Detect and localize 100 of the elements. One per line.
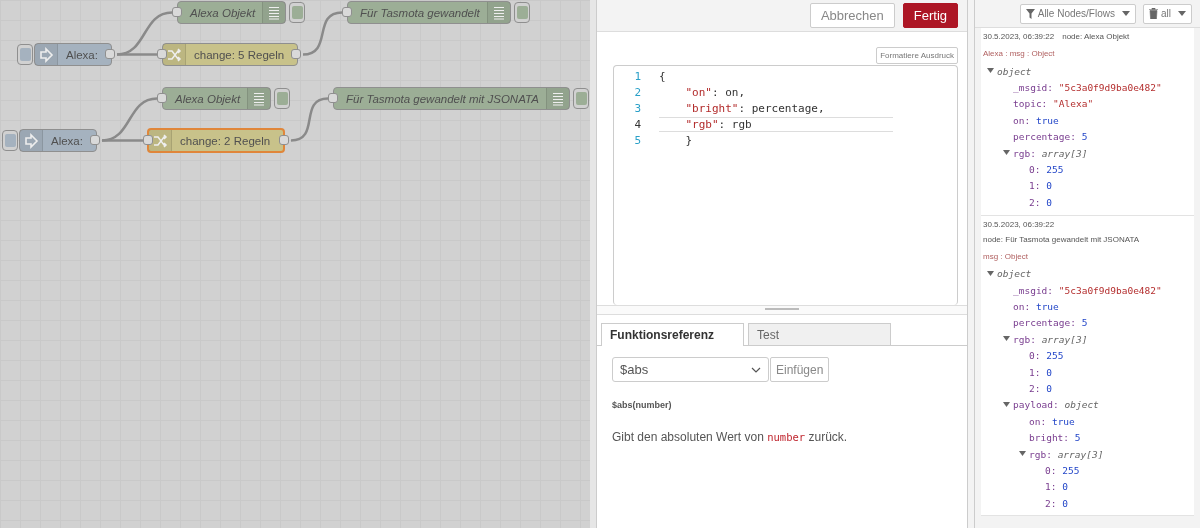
input-port[interactable] [157, 49, 167, 59]
node-label: Für Tasmota gewandelt [359, 6, 480, 19]
property-line: percentage: 5 [1013, 317, 1088, 329]
code-line: } [684, 133, 694, 147]
line-number: 5 [633, 133, 641, 147]
splitter-handle[interactable] [765, 308, 799, 310]
code-line: "bright": percentage, [684, 101, 826, 115]
dropdown-label: all [1161, 8, 1171, 19]
property-line: 2: 0 [1029, 196, 1052, 208]
caret-icon[interactable] [1003, 149, 1011, 158]
message-time: 30.5.2023, 06:39:22 [983, 218, 1055, 231]
property-line: bright: 5 [1029, 432, 1081, 444]
node-label: Alexa: [65, 48, 98, 61]
property-line: 1: 0 [1029, 180, 1052, 192]
wire [302, 11, 343, 56]
function-select[interactable]: $abs [612, 357, 769, 382]
caret-icon [1122, 11, 1130, 16]
property-line[interactable]: rgb: array[3] [1013, 147, 1088, 159]
node-label: Für Tasmota gewandelt mit JSONATA [345, 92, 539, 105]
line-number: 2 [633, 85, 641, 99]
dropdown-label: Alle Nodes/Flows [1037, 8, 1115, 19]
tab[interactable]: Test [748, 323, 891, 345]
insert-button[interactable]: Einfügen [770, 357, 830, 382]
output-port[interactable] [90, 135, 100, 145]
list-icon [551, 91, 564, 106]
chevron-icon [751, 366, 761, 373]
message-time: 30.5.2023, 06:39:22 [983, 31, 1055, 43]
inject-node[interactable]: Alexa: [34, 43, 112, 66]
input-port[interactable] [172, 7, 182, 17]
caret-icon[interactable] [987, 269, 995, 278]
inject-node[interactable]: Alexa: [19, 129, 97, 152]
output-port[interactable] [105, 49, 115, 59]
caret-icon[interactable] [1003, 400, 1011, 409]
node-button[interactable] [17, 44, 33, 65]
done-button[interactable]: Fertig [902, 3, 958, 28]
filter-icon [1025, 8, 1035, 19]
node-button[interactable] [274, 88, 290, 109]
filter-dropdown[interactable]: Alle Nodes/Flows [1019, 3, 1136, 24]
debug-node[interactable]: Alexa Objekt [177, 1, 287, 24]
property-line: on: true [1013, 301, 1059, 312]
caret-icon[interactable] [1003, 335, 1011, 344]
input-port[interactable] [157, 93, 167, 103]
property-line[interactable]: rgb: array[3] [1013, 333, 1088, 345]
line-number: 1 [633, 69, 641, 83]
arrow-icon [38, 46, 54, 63]
property-line[interactable]: object [997, 65, 1032, 77]
message-source: node: Für Tasmota gewandelt mit JSONATA [983, 233, 1140, 246]
property-line: 1: 0 [1045, 481, 1068, 493]
trash-icon [1149, 8, 1158, 19]
format-button[interactable]: Formatiere Ausdruck [876, 47, 958, 64]
line-number: 4 [633, 117, 641, 131]
property-line: 1: 0 [1029, 366, 1052, 378]
scrollbar[interactable] [967, 0, 975, 528]
output-port[interactable] [279, 135, 289, 145]
debug-node[interactable]: Alexa Objekt [162, 87, 272, 110]
output-port[interactable] [291, 49, 301, 59]
tab[interactable]: Funktionsreferenz [601, 323, 744, 346]
property-line: _msgid: "5c3a0f9d9ba0e482" [1013, 284, 1162, 296]
input-port[interactable] [328, 93, 338, 103]
arrow-icon [23, 132, 39, 149]
change-node[interactable]: change: 5 Regeln [162, 43, 299, 66]
property-line: percentage: 5 [1013, 131, 1088, 143]
caret-icon[interactable] [987, 67, 995, 76]
node-label: change: 2 Regeln [179, 134, 271, 147]
list-icon [253, 91, 266, 106]
line-number: 3 [633, 101, 641, 115]
cancel-button[interactable]: Abbrechen [809, 3, 895, 28]
node-button[interactable] [514, 2, 530, 23]
clear-dropdown[interactable]: all [1143, 3, 1192, 24]
node-label: Alexa: [50, 134, 83, 147]
message-type: msg : Object [983, 250, 1028, 263]
debug-node[interactable]: Für Tasmota gewandelt [347, 1, 511, 24]
shuffle-icon [166, 46, 182, 63]
flow-canvas[interactable]: Alexa: Alexa Objekt change: 5 Regeln Für Tasmota gewandelt Alexa: Alexa Objekt change: 2 Regeln Für Tasmota gewandelt mit JSONATA [0, 0, 590, 528]
property-line: 0: 255 [1029, 350, 1064, 362]
list-icon [268, 5, 281, 20]
change-node[interactable]: change: 2 Regeln [147, 128, 286, 153]
message-source: node: Alexa Objekt [1062, 31, 1130, 43]
property-line[interactable]: payload: object [1013, 399, 1099, 411]
code-line: { [659, 69, 667, 83]
node-button[interactable] [2, 130, 18, 151]
property-line: 2: 0 [1029, 382, 1052, 394]
list-icon [492, 5, 505, 20]
shuffle-icon [152, 132, 168, 149]
caret-icon[interactable] [1019, 450, 1027, 458]
node-label: Alexa Objekt [188, 6, 256, 19]
node-label: Alexa Objekt [173, 92, 241, 105]
node-label: change: 5 Regeln [193, 48, 285, 61]
property-line[interactable]: object [997, 268, 1032, 280]
wire [290, 97, 329, 142]
input-port[interactable] [143, 135, 153, 145]
property-line: _msgid: "5c3a0f9d9ba0e482" [1013, 82, 1162, 94]
property-line[interactable]: rgb: array[3] [1029, 448, 1104, 460]
property-line: topic: "Alexa" [1013, 98, 1094, 110]
code-line: "on": on, [684, 85, 747, 99]
node-button[interactable] [289, 2, 305, 23]
input-port[interactable] [342, 7, 352, 17]
function-signature: $abs(number) [612, 400, 672, 410]
node-button[interactable] [573, 88, 589, 109]
debug-node[interactable]: Für Tasmota gewandelt mit JSONATA [333, 87, 570, 110]
